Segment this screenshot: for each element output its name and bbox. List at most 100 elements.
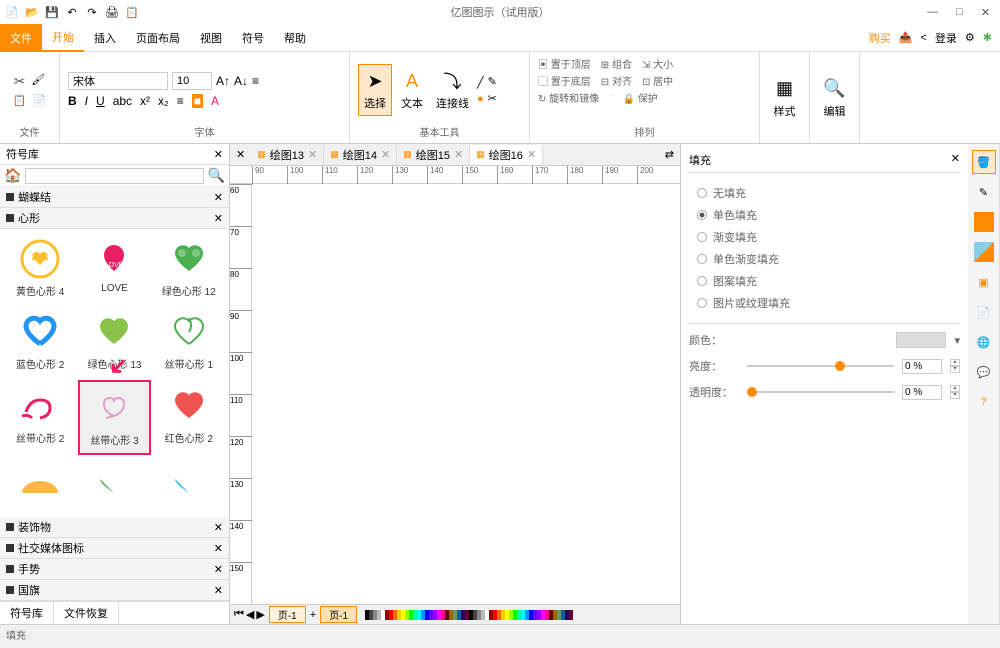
cut-icon[interactable]: ✂ [14, 73, 26, 90]
tab-view[interactable]: 视图 [190, 24, 232, 52]
rtab-page[interactable]: 📄 [972, 300, 996, 324]
qa-open-icon[interactable]: 📂 [24, 4, 40, 20]
paste-icon[interactable]: 📄 [33, 94, 47, 107]
close-icon[interactable]: ✕ [381, 148, 390, 161]
tab-symbol[interactable]: 符号 [232, 24, 274, 52]
doc-tab-14[interactable]: ▦绘图14✕ [324, 145, 397, 165]
shape-partial-2[interactable] [78, 457, 150, 513]
search-icon[interactable]: 🔍 [208, 167, 225, 184]
close-icon[interactable]: ✕ [214, 563, 223, 576]
shape-love[interactable]: LOVE LOVE [78, 233, 150, 304]
protect-button[interactable]: 🔒 保护 [623, 90, 658, 105]
qa-paste-icon[interactable]: 📋 [124, 4, 140, 20]
close-button[interactable]: ✕ [981, 6, 990, 19]
strike-button[interactable]: abc [113, 94, 132, 108]
category-flag[interactable]: 国旗 ✕ [0, 580, 229, 601]
edit-button[interactable]: 🔍 编辑 [819, 73, 851, 123]
category-social[interactable]: 社交媒体图标 ✕ [0, 538, 229, 559]
fill-solid[interactable]: 单色填充 [697, 207, 952, 223]
shape-ribbon-heart-2[interactable]: 丝带心形 2 [4, 380, 76, 455]
symbol-search-input[interactable] [25, 168, 203, 184]
bold-button[interactable]: B [68, 94, 77, 108]
home-icon[interactable]: 🏠 [4, 167, 21, 184]
login-link[interactable]: 登录 [935, 30, 957, 46]
underline-button[interactable]: U [96, 94, 105, 108]
page-next-icon[interactable]: ▶ [256, 608, 264, 621]
rtab-help[interactable]: ? [972, 390, 996, 414]
step-down-icon[interactable]: ▾ [950, 392, 960, 399]
dropdown-icon[interactable]: ▾ [954, 334, 960, 347]
brightness-input[interactable] [902, 359, 942, 374]
file-menu[interactable]: 文件 [0, 24, 42, 52]
rtab-comment[interactable]: 💬 [972, 360, 996, 384]
page-add-icon[interactable]: + [306, 609, 320, 621]
category-gesture[interactable]: 手势 ✕ [0, 559, 229, 580]
colorful-icon[interactable]: ✱ [983, 31, 992, 44]
qa-print-icon[interactable]: 🖨 [104, 4, 120, 20]
circle-tool-icon[interactable]: ● [477, 93, 484, 105]
close-icon[interactable]: ✕ [308, 148, 317, 161]
fill-pattern[interactable]: 图案填充 [697, 273, 952, 289]
italic-button[interactable]: I [85, 94, 88, 108]
opacity-slider[interactable] [747, 391, 894, 393]
to-back-button[interactable]: ▢ 置于底层 [538, 73, 591, 88]
tab-help[interactable]: 帮助 [274, 24, 316, 52]
close-icon[interactable]: ✕ [454, 148, 463, 161]
step-down-icon[interactable]: ▾ [950, 366, 960, 373]
close-icon[interactable]: ✕ [214, 521, 223, 534]
qa-redo-icon[interactable]: ↷ [84, 4, 100, 20]
close-icon[interactable]: ✕ [214, 191, 223, 204]
category-heart[interactable]: 心形 ✕ [0, 208, 229, 229]
shape-partial-1[interactable] [4, 457, 76, 513]
shape-ribbon-heart-3[interactable]: ➜ 丝带心形 3 [78, 380, 150, 455]
format-painter-icon[interactable]: 🖌 [31, 73, 45, 90]
size-button[interactable]: ⇲ 大小 [642, 56, 673, 71]
line-spacing-icon[interactable]: ≡ [252, 74, 259, 88]
crop-tool-icon[interactable]: ✂ [488, 92, 497, 105]
share-icon[interactable]: < [920, 32, 926, 44]
shape-red-heart[interactable]: 红色心形 2 [153, 380, 225, 455]
copy-icon[interactable]: 📋 [13, 94, 27, 107]
buy-link[interactable]: 购买 [869, 30, 891, 46]
settings-icon[interactable]: ⚙ [965, 31, 975, 44]
subscript-icon[interactable]: x₂ [158, 94, 169, 108]
qa-new-icon[interactable]: 📄 [4, 4, 20, 20]
doc-tab-15[interactable]: ▦绘图15✕ [397, 145, 470, 165]
tab-layout[interactable]: 页面布局 [126, 24, 190, 52]
brightness-slider[interactable] [747, 365, 894, 367]
qa-save-icon[interactable]: 💾 [44, 4, 60, 20]
color-picker[interactable] [896, 332, 946, 348]
close-icon[interactable]: ✕ [214, 212, 223, 225]
step-up-icon[interactable]: ▴ [950, 359, 960, 366]
bottom-tab-recovery[interactable]: 文件恢复 [54, 602, 119, 624]
pen-tool-icon[interactable]: ✎ [488, 75, 497, 88]
text-tool[interactable]: A 文本 [396, 65, 428, 115]
page-first-icon[interactable]: ⏮ [234, 608, 244, 621]
align-button[interactable]: ⊟ 对齐 [601, 73, 632, 88]
to-front-button[interactable]: ▣ 置于顶层 [538, 56, 591, 71]
minimize-button[interactable]: — [927, 6, 938, 19]
category-bowtie[interactable]: 蝴蝶结 ✕ [0, 187, 229, 208]
category-decoration[interactable]: 装饰物 ✕ [0, 517, 229, 538]
shape-yellow-heart[interactable]: 黄色心形 4 [4, 233, 76, 304]
rtab-fill[interactable]: 🪣 [972, 150, 996, 174]
fill-gradient[interactable]: 渐变填充 [697, 229, 952, 245]
tab-insert[interactable]: 插入 [84, 24, 126, 52]
superscript-icon[interactable]: x² [140, 94, 150, 108]
maximize-button[interactable]: □ [956, 6, 963, 19]
doc-tab-13[interactable]: ▦绘图13✕ [251, 145, 324, 165]
panel-close-icon[interactable]: ✕ [214, 148, 223, 161]
page-prev-icon[interactable]: ◀ [246, 608, 254, 621]
qa-undo-icon[interactable]: ↶ [64, 4, 80, 20]
highlight-icon[interactable]: ■ [192, 94, 203, 108]
export-icon[interactable]: 📤 [899, 31, 913, 44]
font-color-icon[interactable]: A [211, 94, 219, 108]
fill-none[interactable]: 无填充 [697, 185, 952, 201]
panel-close-icon[interactable]: ✕ [951, 152, 960, 168]
shape-blue-heart[interactable]: 蓝色心形 2 [4, 306, 76, 377]
select-tool[interactable]: ➤ 选择 [358, 64, 392, 116]
tab-start[interactable]: 开始 [42, 24, 84, 52]
close-icon[interactable]: ✕ [527, 148, 536, 161]
page-tab-2[interactable]: 页-1 [320, 606, 357, 623]
close-icon[interactable]: ✕ [214, 584, 223, 597]
